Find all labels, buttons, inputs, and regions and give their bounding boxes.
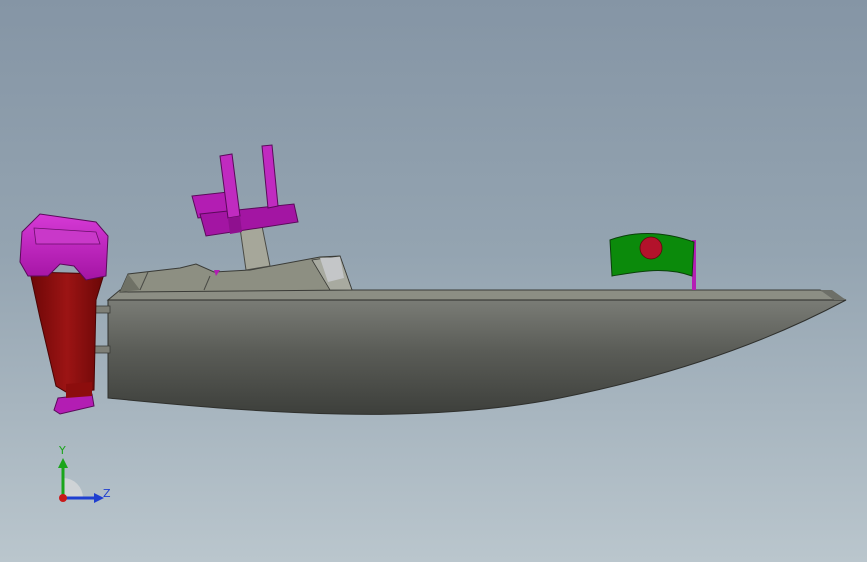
y-axis-label: Y [58, 444, 66, 457]
outboard-motor[interactable] [19, 213, 111, 415]
z-axis-label: Z [103, 487, 111, 500]
hull[interactable] [106, 289, 847, 415]
mount-rod-upper [93, 305, 111, 314]
triad-quadrant [63, 478, 83, 498]
seat[interactable] [191, 144, 299, 237]
coordinate-triad: Y Z [58, 444, 111, 503]
console[interactable] [119, 255, 353, 293]
graphics-viewport[interactable]: Y Z [0, 0, 867, 562]
motor-cowl [19, 213, 109, 281]
flag[interactable] [609, 233, 696, 291]
model-view[interactable] [0, 0, 867, 562]
origin-dot [59, 494, 67, 502]
motor-leg [29, 271, 105, 393]
flag-disc [639, 236, 663, 260]
mount-rod-lower [93, 345, 111, 354]
seat-post[interactable] [239, 225, 271, 271]
